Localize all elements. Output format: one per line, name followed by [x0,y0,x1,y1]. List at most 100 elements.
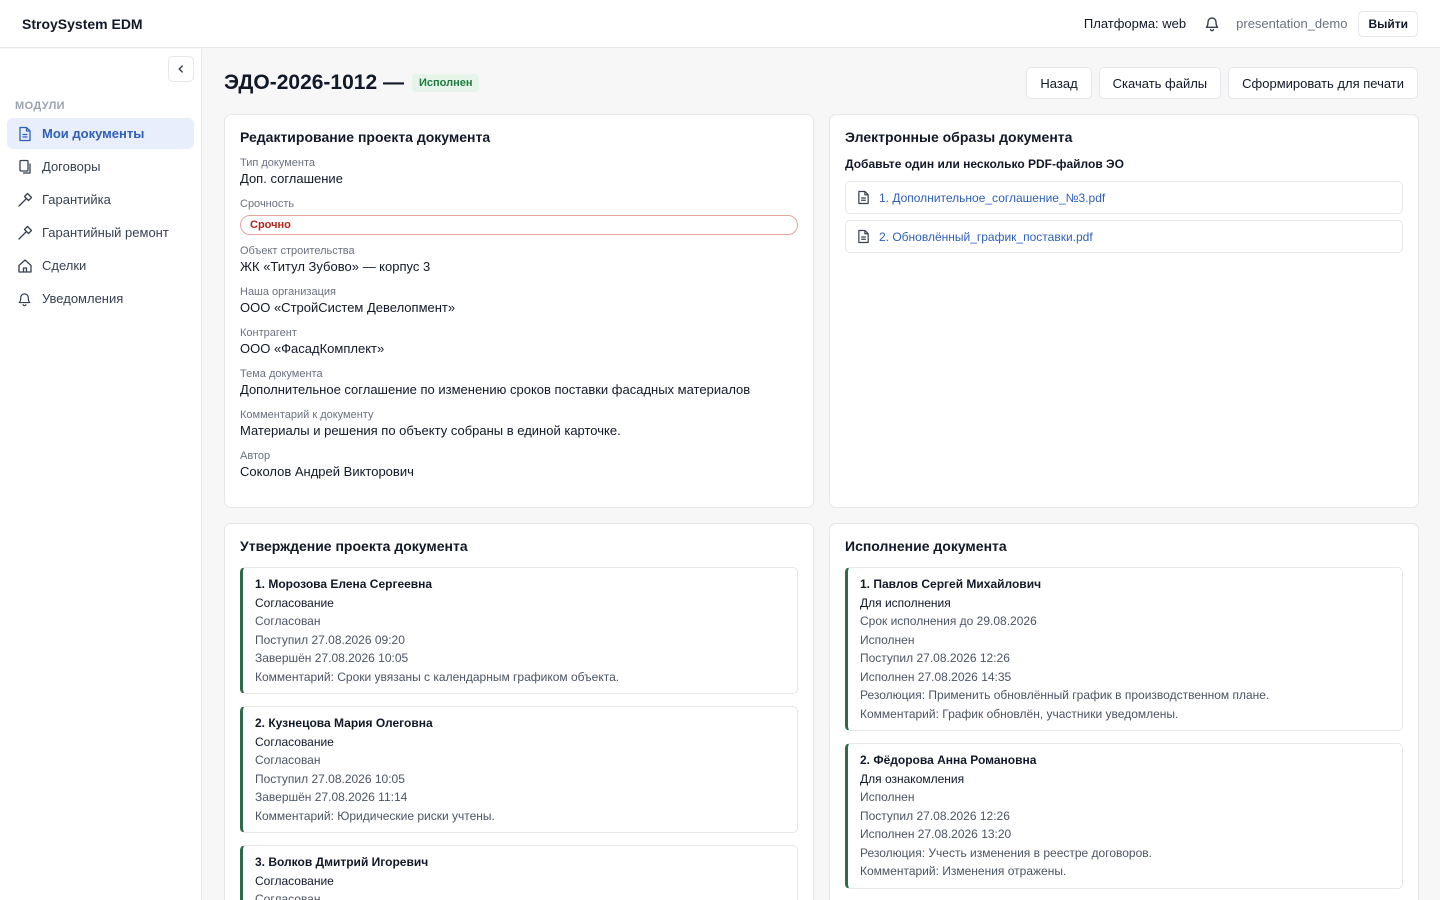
electronic-images-card: Электронные образы документа Добавьте од… [829,114,1419,508]
step-comment: Комментарий: Юридические риски учтены. [255,808,495,823]
execution-card: Исполнение документа 1. Павлов Сергей Ми… [829,523,1419,900]
sidebar-item-label: Мои документы [42,126,145,141]
field-label: Объект строительства [240,245,355,257]
step-comment: Комментарий: Сроки увязаны с календарным… [255,669,620,684]
field-value: Доп. соглашение [240,171,343,186]
step-participant: 3. Волков Дмитрий Игоревич [255,855,429,869]
step-completed: Исполнен 27.08.2026 13:20 [860,827,1012,841]
step-type: Для исполнения [860,595,951,610]
status-badge: Исполнен [411,74,480,92]
images-subtitle: Добавьте один или несколько PDF-файлов Э… [845,157,1124,171]
field-label: Тема документа [240,368,323,380]
sidebar-item-my-documents[interactable]: Мои документы [7,118,194,149]
hammer-icon [16,224,33,241]
execution-step: 1. Павлов Сергей Михайлович Для исполнен… [845,567,1403,731]
page-title: ЭДО-2026-1012 — [224,71,404,94]
approval-step: 1. Морозова Елена Сергеевна Согласование… [240,567,798,694]
main-content: ЭДО-2026-1012 — Исполнен Назад Скачать ф… [202,49,1440,900]
edit-document-card: Редактирование проекта документа Тип док… [224,114,814,508]
field-value: Дополнительное соглашение по изменению с… [240,382,751,397]
document-fields: Тип документа Доп. соглашение Срочность … [240,157,798,491]
sidebar-item-label: Договоры [42,159,101,174]
notifications-bell-icon[interactable] [1202,14,1222,34]
download-files-button[interactable]: Скачать файлы [1098,67,1222,99]
field-construction-object: Объект строительства ЖК «Титул Зубово» —… [240,245,798,276]
field-document-type: Тип документа Доп. соглашение [240,157,798,188]
step-received: Поступил 27.08.2026 12:26 [860,808,1010,823]
urgency-badge: Срочно [240,215,798,235]
step-type: Для ознакомления [860,771,965,786]
top-bar: StroySystem EDM Платформа: web presentat… [0,0,1440,48]
step-participant: 1. Павлов Сергей Михайлович [860,577,1042,591]
home-icon [16,257,33,274]
chevron-left-icon [176,62,186,77]
step-comment: Комментарий: График обновлён, участники … [860,706,1179,721]
sidebar-item-notifications[interactable]: Уведомления [7,283,194,314]
card-title: Исполнение документа [845,538,1007,554]
step-type: Согласование [255,734,334,749]
field-our-organization: Наша организация ООО «СтройСистем Девело… [240,286,798,317]
sidebar-nav: Мои документы Договоры Гарантийка Гарант… [7,118,194,316]
field-author: Автор Соколов Андрей Викторович [240,450,798,481]
file-link[interactable]: 2. Обновлённый_график_поставки.pdf [879,230,1093,244]
field-label: Комментарий к документу [240,409,374,421]
step-type: Согласование [255,595,334,610]
bell-icon [16,290,33,307]
print-button[interactable]: Сформировать для печати [1228,67,1418,99]
current-user: presentation_demo [1236,16,1348,31]
collapse-sidebar-button[interactable] [168,56,194,82]
field-value: Материалы и решения по объекту собраны в… [240,423,621,438]
step-completed: Завершён 27.08.2026 10:05 [255,651,409,665]
step-deadline: Срок исполнения до 29.08.2026 [860,614,1037,628]
sidebar-item-label: Гарантийка [42,192,111,207]
sidebar-item-deals[interactable]: Сделки [7,250,194,281]
step-status: Согласован [255,614,321,628]
sidebar-section-label: МОДУЛИ [15,100,65,112]
sidebar-item-label: Гарантийный ремонт [42,225,169,240]
back-button[interactable]: Назад [1026,67,1092,99]
card-title: Редактирование проекта документа [240,129,491,145]
step-participant: 1. Морозова Елена Сергеевна [255,577,433,591]
field-label: Автор [240,450,271,462]
platform-label: Платформа: web [1083,16,1187,31]
step-status: Исполнен [860,790,915,804]
file-item[interactable]: 1. Дополнительное_соглашение_№3.pdf [845,181,1403,214]
step-completed: Исполнен 27.08.2026 14:35 [860,669,1012,684]
sidebar-item-warranty-repair[interactable]: Гарантийный ремонт [7,217,194,248]
execution-step: 2. Фёдорова Анна Романовна Для ознакомле… [845,743,1403,889]
approval-step: 3. Волков Дмитрий Игоревич Согласование … [240,845,798,900]
field-label: Срочность [240,198,295,210]
file-icon [856,229,871,245]
step-status: Согласован [255,753,321,767]
step-participant: 2. Кузнецова Мария Олеговна [255,716,433,730]
field-counterparty: Контрагент ООО «ФасадКомплект» [240,327,798,358]
approval-step: 2. Кузнецова Мария Олеговна Согласование… [240,706,798,833]
file-list: 1. Дополнительное_соглашение_№3.pdf 2. О… [845,181,1403,259]
logout-button[interactable]: Выйти [1358,10,1418,37]
file-icon [856,190,871,206]
step-comment: Комментарий: Изменения отражены. [860,864,1067,878]
file-item[interactable]: 2. Обновлённый_график_поставки.pdf [845,220,1403,253]
file-link[interactable]: 1. Дополнительное_соглашение_№3.pdf [879,191,1105,205]
field-label: Наша организация [240,286,336,298]
sidebar-item-warranty[interactable]: Гарантийка [7,184,194,215]
step-received: Поступил 27.08.2026 09:20 [255,632,405,647]
page-title-row: ЭДО-2026-1012 — Исполнен [224,71,480,95]
step-status: Исполнен [860,632,915,647]
step-completed: Завершён 27.08.2026 11:14 [255,790,408,804]
step-received: Поступил 27.08.2026 10:05 [255,771,405,786]
hammer-icon [16,191,33,208]
step-type: Согласование [255,873,334,888]
field-urgency: Срочность Срочно [240,198,798,235]
field-label: Контрагент [240,327,297,339]
step-resolution: Резолюция: Учесть изменения в реестре до… [860,845,1152,860]
copy-icon [16,158,33,175]
sidebar-item-contracts[interactable]: Договоры [7,151,194,182]
field-value: ЖК «Титул Зубово» — корпус 3 [240,259,431,274]
step-status: Согласован [255,892,321,900]
approval-card: Утверждение проекта документа 1. Морозов… [224,523,814,900]
step-received: Поступил 27.08.2026 12:26 [860,651,1010,665]
step-participant: 2. Фёдорова Анна Романовна [860,753,1037,767]
app-brand[interactable]: StroySystem EDM [22,16,143,32]
field-value: ООО «СтройСистем Девелопмент» [240,300,456,315]
